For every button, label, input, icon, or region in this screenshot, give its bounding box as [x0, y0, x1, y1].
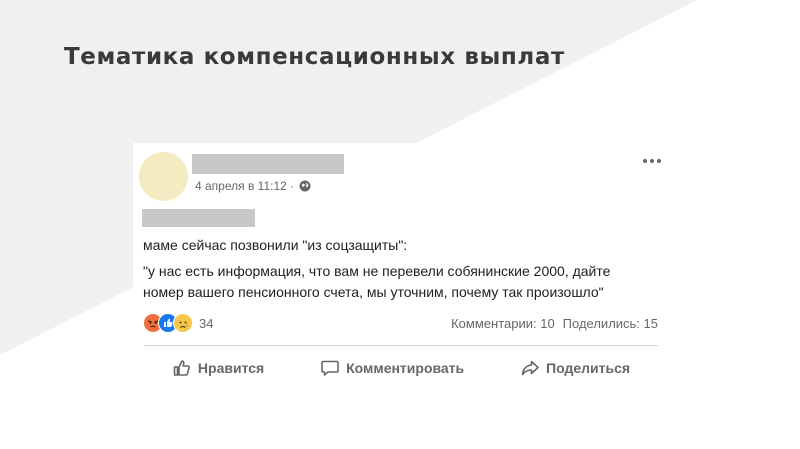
post-text-line: маме сейчас позвонили "из соцзащиты": [143, 237, 408, 253]
post-text-line: "у нас есть информация, что вам не перев… [143, 263, 611, 279]
share-arrow-icon [521, 360, 539, 376]
comments-count-link[interactable]: Комментарии: 10 [451, 316, 555, 331]
like-button[interactable]: Нравится [162, 353, 274, 383]
post-timestamp[interactable]: 4 апреля в 11:12 · [195, 179, 294, 193]
more-dots-icon[interactable] [642, 157, 662, 165]
comment-icon [321, 360, 339, 376]
share-button-label: Поделиться [546, 360, 631, 376]
reaction-count: 34 [199, 315, 214, 331]
reactions-summary[interactable]: 34 [143, 313, 213, 333]
post-text-line: номер вашего пенсионного счета, мы уточн… [143, 284, 604, 300]
social-post-card: 4 апреля в 11:12 · маме сейчас позвонили… [133, 143, 672, 397]
shares-count-link[interactable]: Поделились: 15 [563, 316, 658, 331]
sad-reaction-icon [173, 313, 193, 333]
post-meta: 4 апреля в 11:12 · [195, 179, 311, 193]
like-button-label: Нравится [197, 360, 265, 376]
post-stats: Комментарии: 10 Поделились: 15 [451, 316, 658, 331]
comment-button-label: Комментировать [346, 360, 465, 376]
share-button[interactable]: Поделиться [510, 353, 640, 383]
comment-button[interactable]: Комментировать [310, 353, 474, 383]
avatar[interactable] [139, 152, 188, 201]
globe-icon [299, 180, 311, 192]
author-name-redacted [192, 154, 344, 174]
divider [144, 345, 658, 346]
post-actions: Нравится Комментировать Поделиться [144, 353, 658, 383]
thumbs-up-icon [173, 360, 190, 376]
slide-title: Тематика компенсационных выплат [64, 44, 565, 70]
redacted-text [142, 209, 255, 227]
